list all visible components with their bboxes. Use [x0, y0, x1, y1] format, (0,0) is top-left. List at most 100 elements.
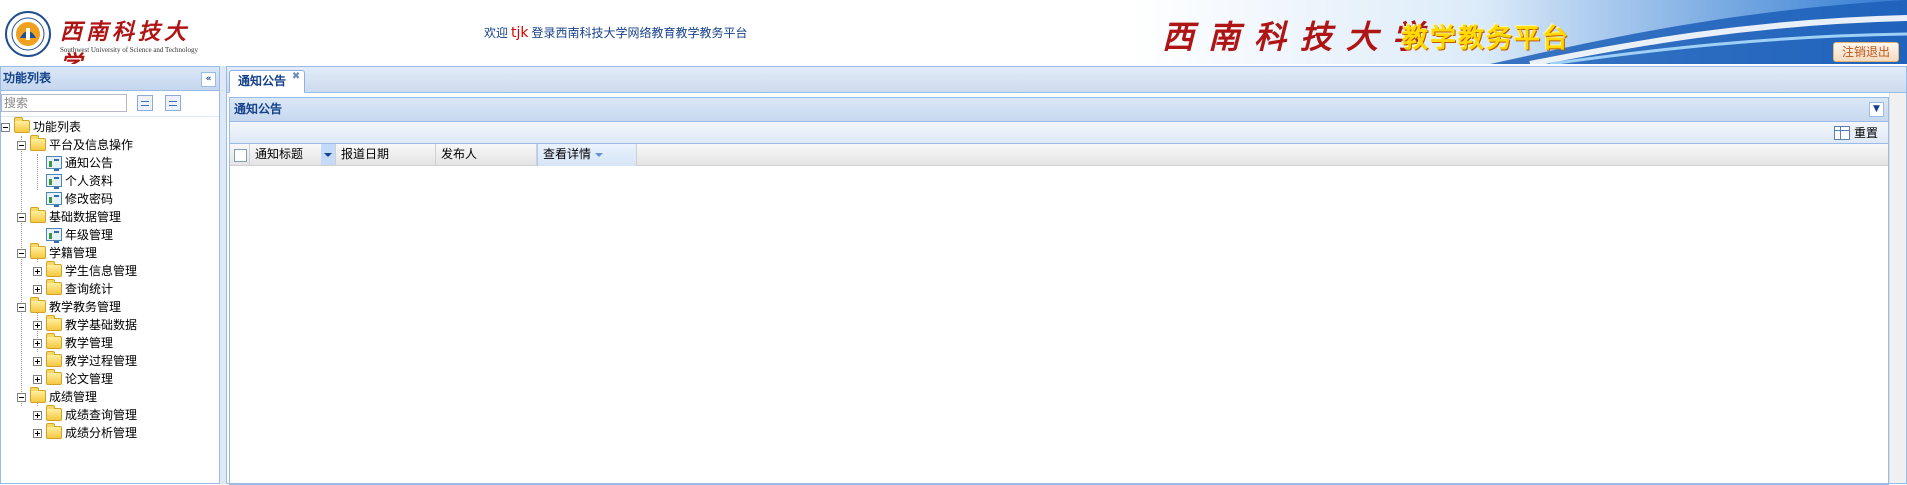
expand-icon[interactable]: [33, 267, 42, 276]
tree-leaf-change-password[interactable]: 修改密码: [1, 190, 219, 208]
tab-notice[interactable]: 通知公告 ✖: [229, 70, 306, 93]
expand-all-icon[interactable]: [137, 95, 153, 111]
username: tjk: [511, 25, 529, 41]
column-header-publisher[interactable]: 发布人: [436, 144, 537, 166]
tree-node-thesis[interactable]: 论文管理: [1, 369, 219, 388]
tree-node-teaching-process[interactable]: 教学过程管理: [1, 351, 219, 370]
tree-node-teaching-basic[interactable]: 教学基础数据: [1, 315, 219, 334]
university-seal-icon: [5, 11, 51, 57]
page-icon: [46, 192, 62, 207]
grid-header-row: 通知标题 报道日期 发布人 查看详情: [230, 144, 1888, 166]
notice-panel: 通知公告 ▼ 重置 通知标题 报道日期 发布人 查看详情: [229, 97, 1889, 485]
tree-node-label: 教学教务管理: [49, 300, 122, 314]
column-label: 通知标题: [255, 147, 304, 161]
logo-chinese-name: 西南科技大学: [60, 19, 191, 64]
tree-node-platform[interactable]: 平台及信息操作: [1, 135, 219, 154]
function-list-toolbar: [1, 91, 219, 117]
expand-icon[interactable]: [33, 357, 42, 366]
tree-node-basic-data[interactable]: 基础数据管理: [1, 207, 219, 226]
column-header-date[interactable]: 报道日期: [336, 144, 436, 166]
select-all-checkbox[interactable]: [234, 149, 247, 162]
column-header-details[interactable]: 查看详情: [537, 144, 637, 166]
column-header-title[interactable]: 通知标题: [250, 144, 336, 166]
folder-icon: [46, 315, 62, 331]
collapse-icon[interactable]: [17, 141, 26, 150]
tree-node-label: 平台及信息操作: [49, 138, 134, 152]
tree-node-label: 教学基础数据: [65, 318, 138, 332]
tree-node-score-analysis[interactable]: 成绩分析管理: [1, 423, 219, 442]
expand-icon[interactable]: [33, 339, 42, 348]
search-input[interactable]: [1, 94, 127, 112]
tree-node-label: 年级管理: [65, 228, 114, 242]
tree-node-student-info[interactable]: 学生信息管理: [1, 261, 219, 280]
folder-icon: [46, 351, 62, 367]
header-banner: 西南科技大学 教学教务平台: [1130, 0, 1907, 64]
banner-university-name: 西南科技大学: [1162, 18, 1439, 56]
tree-node-root[interactable]: 功能列表: [1, 117, 219, 136]
tree-node-teaching-mgmt[interactable]: 教学管理: [1, 333, 219, 352]
tree-leaf-grade[interactable]: 年级管理: [1, 226, 219, 244]
tree-node-label: 成绩分析管理: [65, 426, 138, 440]
tree-node-student-records[interactable]: 学籍管理: [1, 243, 219, 262]
page-icon: [46, 228, 62, 243]
tree-node-label: 个人资料: [65, 174, 114, 188]
tree-node-label: 教学管理: [65, 336, 114, 350]
vertical-scrollbar[interactable]: [1889, 93, 1906, 483]
tree-node-label: 学生信息管理: [65, 264, 138, 278]
app-header: 西南科技大学 Southwest University of Science a…: [0, 0, 1907, 64]
logout-button[interactable]: 注销退出: [1832, 42, 1899, 62]
banner-platform-name: 教学教务平台: [1402, 24, 1571, 54]
tree-node-teaching[interactable]: 教学教务管理: [1, 297, 219, 316]
welcome-suffix: 登录西南科技大学网络教育教学教务平台: [531, 26, 748, 40]
collapse-icon[interactable]: [17, 249, 26, 258]
close-icon[interactable]: ✖: [290, 71, 302, 83]
collapse-icon[interactable]: [17, 393, 26, 402]
reset-button[interactable]: 重置: [1833, 124, 1878, 142]
welcome-message: 欢迎 tjk 登录西南科技大学网络教育教学教务平台: [484, 24, 748, 41]
tree-leaf-profile[interactable]: 个人资料: [1, 172, 219, 190]
university-logo: 西南科技大学 Southwest University of Science a…: [4, 10, 214, 64]
expand-icon[interactable]: [33, 429, 42, 438]
tree-node-scores[interactable]: 成绩管理: [1, 387, 219, 406]
sort-desc-icon: [595, 152, 604, 157]
page-icon: [46, 174, 62, 189]
tree-node-label: 教学过程管理: [65, 354, 138, 368]
function-list-header: 功能列表 «: [1, 67, 219, 91]
folder-open-icon: [14, 117, 30, 133]
expand-icon[interactable]: [33, 321, 42, 330]
folder-open-icon: [30, 135, 46, 151]
tab-label: 通知公告: [238, 74, 287, 88]
folder-open-icon: [30, 243, 46, 259]
tree-node-label: 修改密码: [65, 192, 114, 206]
collapse-icon[interactable]: [1, 123, 10, 132]
collapse-all-icon[interactable]: [165, 95, 181, 111]
collapse-icon[interactable]: [17, 213, 26, 222]
tree-leaf-notice[interactable]: 通知公告: [1, 154, 219, 172]
tree-node-label: 功能列表: [33, 120, 82, 134]
tree-node-label: 成绩管理: [49, 390, 98, 404]
main-content-panel: 通知公告 ✖ 通知公告 ▼ 重置 通知标题 报道日期 发布人 查看详情: [226, 66, 1907, 485]
tree-node-score-query[interactable]: 成绩查询管理: [1, 405, 219, 424]
folder-icon: [46, 369, 62, 385]
double-chevron-left-icon[interactable]: «: [201, 72, 216, 87]
tree-node-label: 基础数据管理: [49, 210, 122, 224]
notice-panel-header: 通知公告 ▼: [230, 98, 1888, 122]
column-menu-icon[interactable]: [321, 144, 335, 165]
collapse-icon[interactable]: [17, 303, 26, 312]
expand-icon[interactable]: [33, 411, 42, 420]
tree-node-query-stats[interactable]: 查询统计: [1, 279, 219, 298]
chevron-down-icon[interactable]: ▼: [1869, 102, 1884, 117]
folder-icon: [46, 405, 62, 421]
tree-node-label: 通知公告: [65, 156, 114, 170]
expand-icon[interactable]: [33, 375, 42, 384]
function-list-panel: 功能列表 « 功能列表 平台及信息操作 通知公告 个人资料: [0, 66, 220, 484]
tree-node-label: 学籍管理: [49, 246, 98, 260]
folder-icon: [46, 279, 62, 295]
welcome-prefix: 欢迎: [484, 26, 509, 40]
tab-strip: 通知公告 ✖: [227, 67, 1906, 93]
column-label: 查看详情: [543, 147, 592, 161]
folder-open-icon: [30, 297, 46, 313]
folder-open-icon: [30, 387, 46, 403]
logo-english-name: Southwest University of Science and Tech…: [60, 46, 198, 54]
expand-icon[interactable]: [33, 285, 42, 294]
